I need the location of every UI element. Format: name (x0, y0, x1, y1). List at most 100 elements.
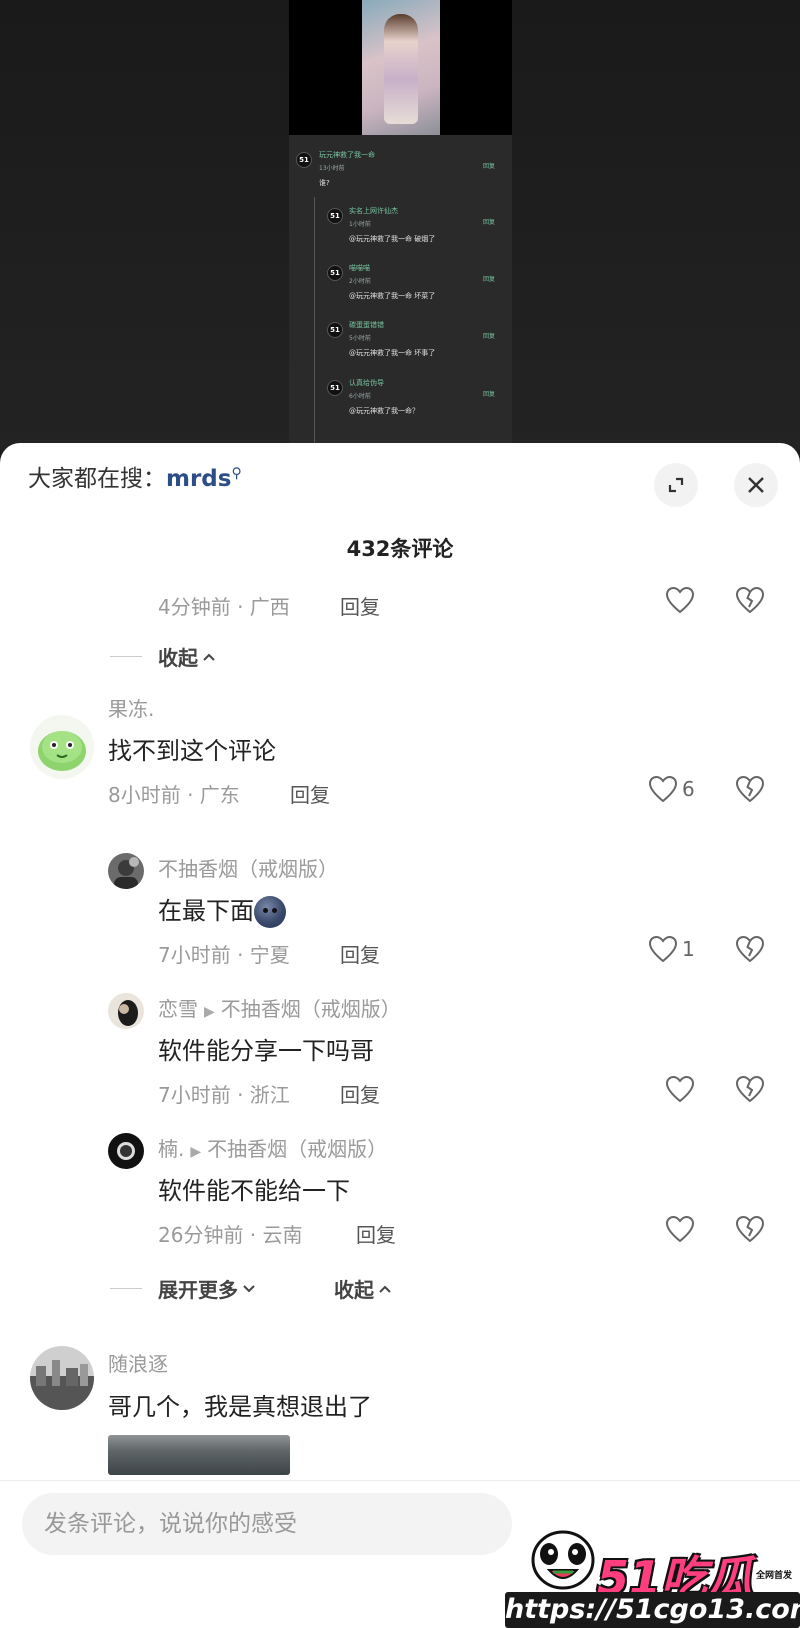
search-suggestion-keyword[interactable]: mrds (166, 466, 231, 492)
comment-username[interactable]: 果冻. (108, 693, 154, 722)
embedded-username: 认真给伪导 (349, 379, 384, 387)
heart-icon (648, 775, 678, 803)
embedded-time: 1小时前 (349, 221, 371, 228)
video-still-image (362, 0, 440, 135)
expand-button[interactable] (654, 463, 698, 507)
like-button[interactable]: 6 (648, 775, 695, 803)
reply-target[interactable]: 不抽香烟（戒烟版） (221, 997, 401, 1021)
embedded-reply: 回复 (483, 219, 496, 226)
reply-arrow-icon: ▶ (190, 1144, 202, 1160)
watermark-tag: 全网首发 (755, 1568, 794, 1581)
embedded-text: @玩元神救了我一命 坏事了 (349, 349, 436, 357)
search-suggestion[interactable]: 大家都在搜：mrds⚲ (28, 459, 242, 493)
embedded-avatar: 51 (327, 265, 343, 281)
expand-icon (668, 477, 684, 493)
embedded-username: 玩元神救了我一命 (319, 151, 375, 159)
avatar[interactable] (108, 853, 144, 889)
like-button[interactable] (665, 1075, 695, 1103)
heart-icon (665, 1215, 695, 1243)
broken-heart-icon (735, 935, 765, 963)
collapse-replies-button[interactable]: 收起 (158, 642, 216, 671)
embedded-reply: 回复 (483, 391, 496, 398)
embedded-avatar: 51 (296, 152, 312, 168)
reply-button[interactable]: 回复 (356, 1219, 396, 1248)
embedded-comment-thread: 51 玩元神救了我一命 13小时前 谁? 回复 51 实名上网许仙杰 1小时前 … (289, 135, 512, 450)
avatar[interactable] (30, 1346, 94, 1410)
reply-author[interactable]: 楠. (158, 1137, 184, 1161)
comment-input[interactable] (22, 1493, 512, 1555)
video-frame (289, 0, 512, 135)
embedded-time: 2小时前 (349, 278, 371, 285)
embedded-reply: 回复 (483, 163, 496, 170)
heart-icon (648, 935, 678, 963)
comment-image[interactable] (108, 1435, 290, 1475)
dislike-button[interactable] (735, 1075, 765, 1107)
chevron-up-icon (203, 653, 215, 661)
watermark: 51吃瓜 全网首发 https://51cgo13.com (505, 1520, 800, 1628)
like-button[interactable] (665, 586, 695, 614)
reply-button[interactable]: 回复 (290, 779, 330, 808)
heart-icon (665, 1075, 695, 1103)
embedded-text: @玩元神救了我一命 坏菜了 (349, 292, 436, 300)
like-count: 6 (682, 777, 695, 801)
watermark-url: https://51cgo13.com (505, 1592, 800, 1628)
embedded-text: @玩元神救了我一命？ (349, 407, 419, 415)
search-suggestion-prefix: 大家都在搜： (28, 466, 166, 492)
comment-sheet: 大家都在搜：mrds⚲ 432条评论 4分钟前 · 广西 回复 收起 果冻. 找… (0, 443, 800, 1628)
reply-meta: 4分钟前 · 广西 (158, 595, 290, 619)
reply-arrow-icon: ▶ (204, 1004, 215, 1020)
embedded-reply: 回复 (483, 276, 496, 283)
reply-button[interactable]: 回复 (340, 1079, 380, 1108)
dislike-button[interactable] (735, 1215, 765, 1247)
dislike-button[interactable] (735, 586, 765, 618)
embedded-reply: 回复 (483, 333, 496, 340)
chevron-down-icon (243, 1284, 255, 1292)
close-button[interactable] (734, 463, 778, 507)
like-button[interactable]: 1 (648, 935, 695, 963)
reply-author[interactable]: 恋雪 (158, 997, 198, 1021)
embedded-text: @玩元神救了我一命 破烟了 (349, 235, 436, 243)
comment-text: 哥几个，我是真想退出了 (108, 1393, 372, 1421)
reply-button[interactable]: 回复 (340, 939, 380, 968)
reply-text-content: 在最下面 (158, 897, 254, 925)
chevron-up-icon (379, 1285, 391, 1293)
expand-more-label: 展开更多 (158, 1278, 238, 1302)
embedded-username: 喵喵喵 (349, 264, 370, 272)
reply-button[interactable]: 回复 (340, 591, 380, 620)
emoji-icon (254, 896, 286, 928)
search-icon: ⚲ (231, 465, 242, 482)
dislike-button[interactable] (735, 935, 765, 967)
like-count: 1 (682, 937, 695, 961)
collapse-label: 收起 (158, 646, 198, 670)
comment-meta: 8小时前 · 广东 (108, 783, 240, 807)
comment-username[interactable]: 随浪逐 (108, 1348, 168, 1377)
video-background: 51 玩元神救了我一命 13小时前 谁? 回复 51 实名上网许仙杰 1小时前 … (0, 0, 800, 450)
reply-target[interactable]: 不抽香烟（戒烟版） (207, 1137, 387, 1161)
collapse-replies-button[interactable]: 收起 (334, 1274, 392, 1303)
collapse-label: 收起 (334, 1278, 374, 1302)
reply-text: 在最下面 (158, 891, 286, 928)
reply-text: 软件能分享一下吗哥 (158, 1037, 374, 1065)
embedded-avatar: 51 (327, 322, 343, 338)
avatar[interactable] (108, 1133, 144, 1169)
reply-meta: 7小时前 · 宁夏 (158, 943, 290, 967)
embedded-time: 6小时前 (349, 393, 371, 400)
reply-meta: 26分钟前 · 云南 (158, 1223, 303, 1247)
avatar[interactable] (108, 993, 144, 1029)
embedded-text: 谁? (319, 179, 330, 187)
embedded-time: 13小时前 (319, 165, 345, 172)
dislike-button[interactable] (735, 775, 765, 807)
watermark-mascot-icon (527, 1520, 599, 1592)
broken-heart-icon (735, 1215, 765, 1243)
embedded-avatar: 51 (327, 380, 343, 396)
broken-heart-icon (735, 586, 765, 614)
embedded-time: 5小时前 (349, 335, 371, 342)
reply-username[interactable]: 不抽香烟（戒烟版） (158, 853, 338, 882)
comment-text: 找不到这个评论 (108, 737, 276, 765)
heart-icon (665, 586, 695, 614)
close-icon (748, 477, 764, 493)
avatar[interactable] (30, 715, 94, 779)
like-button[interactable] (665, 1215, 695, 1243)
embedded-avatar: 51 (327, 208, 343, 224)
expand-more-button[interactable]: 展开更多 (158, 1274, 256, 1303)
